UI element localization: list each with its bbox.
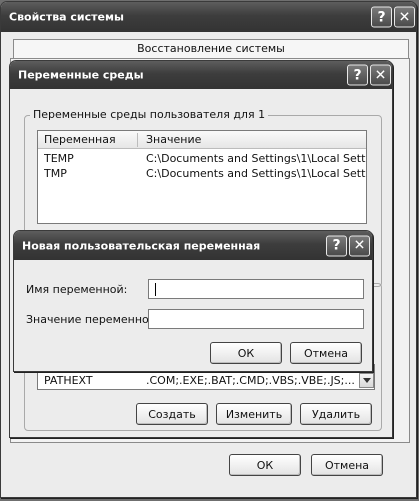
table-row[interactable]: TMP C:\Documents and Settings\1\Local Se… xyxy=(38,166,366,181)
variable-name-input[interactable] xyxy=(148,279,364,299)
system-properties-titlebar: Свойства системы ? ✕ xyxy=(1,2,416,32)
scrollbar-down-arrow[interactable] xyxy=(359,373,374,388)
dialog-title: Новая пользовательская переменная xyxy=(22,239,261,252)
create-button[interactable]: Создать xyxy=(136,403,208,425)
ok-label: ОК xyxy=(237,346,255,360)
cancel-button[interactable]: Отмена xyxy=(290,342,362,364)
ok-button[interactable]: ОК xyxy=(210,342,282,364)
variable-value-label: Значение переменной: xyxy=(26,313,160,326)
close-icon: ✕ xyxy=(353,237,366,254)
text-caret xyxy=(155,283,156,296)
help-button[interactable]: ? xyxy=(347,64,368,86)
close-icon: ✕ xyxy=(398,9,411,25)
row-variable-value: C:\Documents and Settings\1\Local Sett..… xyxy=(146,152,366,165)
help-icon: ? xyxy=(332,237,341,254)
edit-button[interactable]: Изменить xyxy=(216,403,292,425)
cancel-label: Отмена xyxy=(324,458,370,472)
tab-system-restore[interactable]: Восстановление системы xyxy=(13,39,409,58)
help-button[interactable]: ? xyxy=(371,6,392,28)
variable-value-input[interactable] xyxy=(148,309,364,329)
cancel-button[interactable]: Отмена xyxy=(311,454,383,476)
environment-variables-titlebar: Переменные среды ? ✕ xyxy=(10,61,392,89)
column-header-variable[interactable]: Переменная xyxy=(44,132,116,147)
tab-label: Восстановление системы xyxy=(137,42,285,55)
edit-label: Изменить xyxy=(225,407,283,421)
column-header-value[interactable]: Значение xyxy=(146,132,201,147)
list-header: Переменная Значение xyxy=(38,131,366,149)
ok-button[interactable]: ОК xyxy=(229,454,301,476)
create-label: Создать xyxy=(148,407,196,421)
user-variables-list[interactable]: Переменная Значение TEMP C:\Documents an… xyxy=(37,130,367,224)
user-variables-label: Переменные среды пользователя для 1 xyxy=(30,108,269,121)
table-row[interactable]: PATHEXT .COM;.EXE;.BAT;.CMD;.VBS;.VBE;.J… xyxy=(38,373,358,388)
delete-button[interactable]: Удалить xyxy=(300,403,372,425)
help-button[interactable]: ? xyxy=(326,235,347,256)
delete-label: Удалить xyxy=(311,407,361,421)
row-variable-name: TEMP xyxy=(44,152,74,165)
row-variable-name: TMP xyxy=(44,167,67,180)
new-user-variable-titlebar: Новая пользовательская переменная ? ✕ xyxy=(14,231,372,260)
table-row[interactable]: TEMP C:\Documents and Settings\1\Local S… xyxy=(38,151,366,166)
help-icon: ? xyxy=(377,9,386,25)
variable-name-label: Имя переменной: xyxy=(26,283,128,296)
new-user-variable-dialog: Новая пользовательская переменная ? ✕ Им… xyxy=(13,230,373,372)
row-variable-name: PATHEXT xyxy=(44,374,93,387)
ok-label: ОК xyxy=(256,458,274,472)
close-icon: ✕ xyxy=(374,67,387,83)
row-variable-value: .COM;.EXE;.BAT;.CMD;.VBS;.VBE;.JS;.... xyxy=(146,374,356,387)
close-button[interactable]: ✕ xyxy=(370,64,391,86)
help-icon: ? xyxy=(353,67,362,83)
window-title: Свойства системы xyxy=(9,10,124,24)
cancel-label: Отмена xyxy=(303,346,349,360)
chevron-down-icon xyxy=(362,378,371,383)
close-button[interactable]: ✕ xyxy=(394,6,415,28)
window-title: Переменные среды xyxy=(18,68,144,82)
close-button[interactable]: ✕ xyxy=(349,235,370,256)
row-variable-value: C:\Documents and Settings\1\Local Sett..… xyxy=(146,167,366,180)
